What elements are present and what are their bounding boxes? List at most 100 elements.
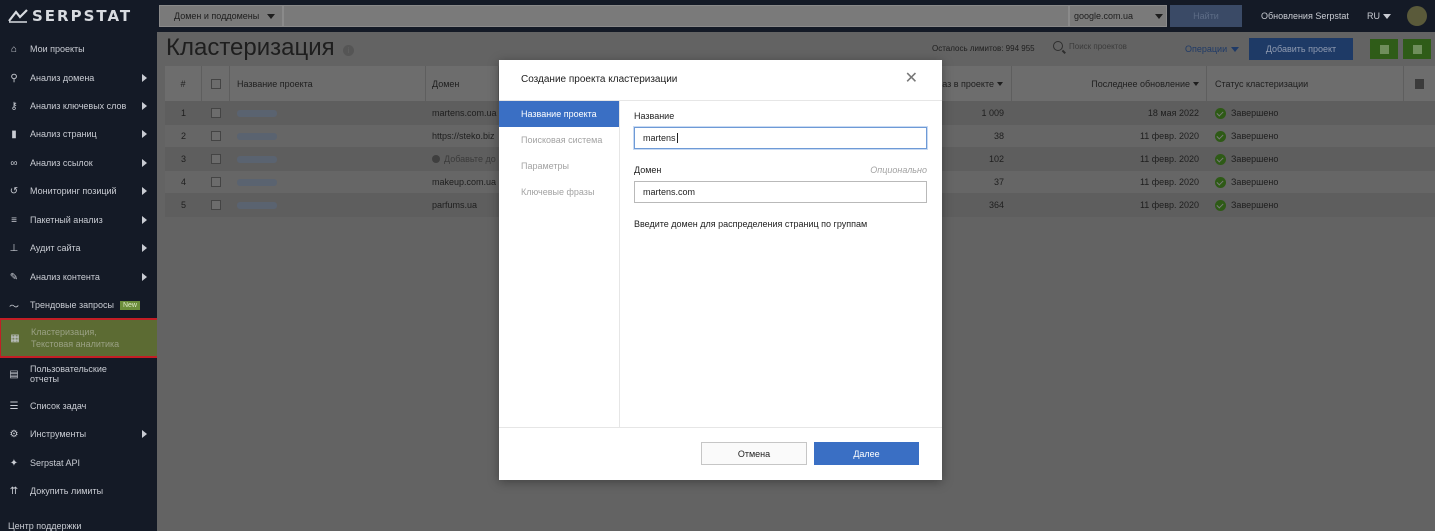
feedback-button[interactable] xyxy=(1370,39,1398,59)
sidebar-item-14[interactable]: ✦ Serpstat API xyxy=(0,452,157,474)
scope-select[interactable]: Домен и поддомены xyxy=(159,5,283,27)
project-name-blurred[interactable] xyxy=(237,178,277,186)
sort-icon xyxy=(997,82,1003,86)
step-keywords[interactable]: Ключевые фразы xyxy=(499,179,619,205)
sidebar-item-label: Мониторинг позиций xyxy=(30,186,117,196)
row-checkbox[interactable] xyxy=(211,177,221,187)
sidebar-item-1[interactable]: ⚲ Анализ домена xyxy=(0,67,157,89)
operations-dropdown[interactable]: Операции xyxy=(1185,44,1240,54)
project-name-cell[interactable] xyxy=(230,148,426,170)
serpstat-logo[interactable]: SERPSTAT xyxy=(0,0,157,32)
sidebar-item-label: Serpstat API xyxy=(30,458,81,468)
sidebar-item-12[interactable]: ☰ Список задач xyxy=(0,395,157,417)
chevron-right-icon xyxy=(142,430,147,438)
project-name-cell[interactable] xyxy=(230,171,426,193)
header-status[interactable]: Статус кластеризации xyxy=(1207,66,1404,102)
domain-value: martens.com xyxy=(643,187,696,197)
text-cursor xyxy=(676,133,678,143)
logo-mark-icon xyxy=(8,9,28,23)
key-icon: ⚷ xyxy=(10,100,18,112)
support-center-link[interactable]: Центр поддержки xyxy=(8,521,81,531)
domain-analysis-icon: ⚲ xyxy=(10,72,18,84)
chevron-right-icon xyxy=(142,159,147,167)
project-name-cell[interactable] xyxy=(230,194,426,216)
chevron-right-icon xyxy=(142,102,147,110)
database-icon: ≡ xyxy=(11,214,17,226)
sidebar-item-10[interactable]: ▦ Кластеризация, Текстовая аналитика xyxy=(0,318,161,358)
dialog-title: Создание проекта кластеризации xyxy=(521,74,678,85)
row-select[interactable] xyxy=(202,125,230,147)
row-select[interactable] xyxy=(202,171,230,193)
row-number: 3 xyxy=(180,154,186,164)
find-button[interactable]: Найти xyxy=(1170,5,1242,27)
sidebar-item-9[interactable]: 〜 Трендовые запросы New xyxy=(0,294,157,316)
cancel-button[interactable]: Отмена xyxy=(701,442,807,465)
sidebar-item-11[interactable]: ▤ Пользовательские отчеты xyxy=(0,356,157,392)
status-text: Завершено xyxy=(1231,108,1279,118)
project-name-blurred[interactable] xyxy=(237,109,277,117)
domain-cell: makeup.com.ua xyxy=(426,171,499,193)
domain-cell[interactable]: Добавьте до xyxy=(426,148,499,170)
row-select[interactable] xyxy=(202,194,230,216)
header-domain[interactable]: Домен xyxy=(426,66,499,102)
header-delete[interactable] xyxy=(1404,66,1435,102)
info-icon[interactable]: i xyxy=(343,45,354,56)
row-checkbox[interactable] xyxy=(211,108,221,118)
project-name-blurred[interactable] xyxy=(237,132,277,140)
language-label: RU xyxy=(1367,11,1380,21)
next-button[interactable]: Далее xyxy=(814,442,919,465)
logo-text: SERPSTAT xyxy=(32,7,133,25)
add-project-button[interactable]: Добавить проект xyxy=(1249,38,1353,60)
avatar[interactable] xyxy=(1407,6,1427,26)
row-number: 4 xyxy=(180,177,186,187)
step-parameters[interactable]: Параметры xyxy=(499,153,619,179)
help-button[interactable] xyxy=(1403,39,1431,59)
domain-cell: martens.com.ua xyxy=(426,102,499,124)
row-select[interactable] xyxy=(202,148,230,170)
last-updated: 11 февр. 2020 xyxy=(1139,200,1199,210)
select-all-checkbox[interactable] xyxy=(210,79,221,89)
search-projects-input[interactable]: Поиск проектов xyxy=(1053,41,1127,51)
chevron-down-icon xyxy=(267,13,276,19)
updates-link[interactable]: Обновления Serpstat xyxy=(1261,11,1349,21)
project-name-input[interactable]: martens xyxy=(634,127,927,149)
step-search-engine[interactable]: Поисковая система xyxy=(499,127,619,153)
project-name-blurred[interactable] xyxy=(237,155,277,163)
language-select[interactable]: RU xyxy=(1367,11,1391,21)
sidebar-item-2[interactable]: ⚷ Анализ ключевых слов xyxy=(0,95,157,117)
sidebar-item-4[interactable]: ∞ Анализ ссылок xyxy=(0,152,157,174)
row-checkbox[interactable] xyxy=(211,131,221,141)
header-name[interactable]: Название проекта xyxy=(230,66,426,102)
domain-label-row: Домен Опционально xyxy=(634,165,927,175)
row-select[interactable] xyxy=(202,102,230,124)
sidebar-item-label: Трендовые запросы xyxy=(30,300,114,310)
project-name-cell[interactable] xyxy=(230,102,426,124)
sidebar-item-5[interactable]: ↺ Мониторинг позиций xyxy=(0,180,157,202)
trash-icon[interactable] xyxy=(1415,79,1424,89)
sidebar-item-13[interactable]: ⚙ Инструменты xyxy=(0,423,157,445)
step-project-name[interactable]: Название проекта xyxy=(499,101,619,127)
sidebar-item-3[interactable]: ▮ Анализ страниц xyxy=(0,123,157,145)
phrases-count: 37 xyxy=(993,177,1004,187)
header-select-all[interactable] xyxy=(202,66,230,102)
sidebar-item-6[interactable]: ≡ Пакетный анализ xyxy=(0,209,157,231)
sidebar-item-15[interactable]: ⇈ Докупить лимиты xyxy=(0,480,157,502)
sidebar-item-0[interactable]: ⌂ Мои проекты xyxy=(0,38,157,60)
sidebar-item-8[interactable]: ✎ Анализ контента xyxy=(0,266,157,288)
project-name-cell[interactable] xyxy=(230,125,426,147)
row-checkbox[interactable] xyxy=(211,200,221,210)
row-checkbox[interactable] xyxy=(211,154,221,164)
check-circle-icon xyxy=(1215,107,1226,119)
report-icon: ▤ xyxy=(9,368,19,380)
close-icon[interactable]: ✕ xyxy=(905,71,918,87)
header-updated[interactable]: Последнее обновление xyxy=(1012,66,1207,102)
check-circle-icon xyxy=(1215,153,1226,165)
project-name-blurred[interactable] xyxy=(237,201,277,209)
search-engine-select[interactable]: google.com.ua xyxy=(1069,5,1167,27)
search-input[interactable] xyxy=(283,5,1069,27)
domain-input[interactable]: martens.com xyxy=(634,181,927,203)
header-phrases[interactable]: аз в проекте xyxy=(941,66,1012,102)
check-circle-icon xyxy=(1215,199,1226,211)
sidebar-item-7[interactable]: ⊥ Аудит сайта xyxy=(0,237,157,259)
sidebar-item-label: Пользовательские отчеты xyxy=(30,364,107,384)
